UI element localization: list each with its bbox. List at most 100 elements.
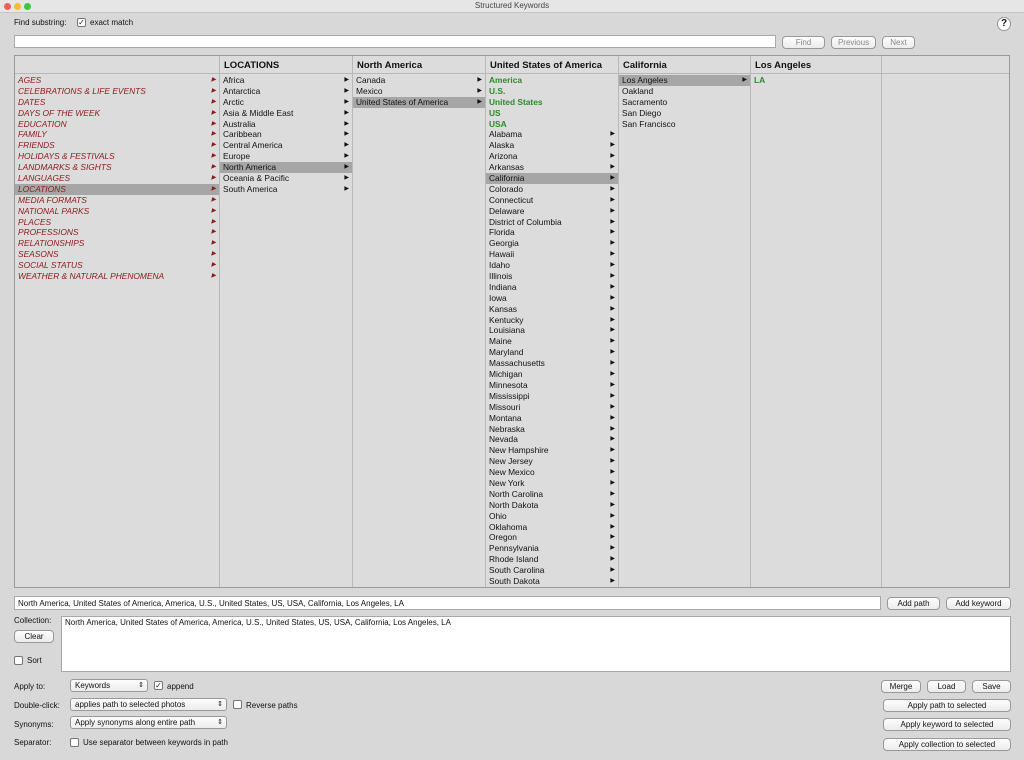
list-item[interactable]: RELATIONSHIPS ▶	[15, 238, 219, 249]
list-item[interactable]: Oceania & Pacific ▶	[220, 173, 352, 184]
list-item[interactable]: San Diego	[619, 108, 750, 119]
list-item[interactable]: Kentucky ▶	[486, 315, 618, 326]
list-item[interactable]: North America ▶	[220, 162, 352, 174]
list-item[interactable]: District of Columbia ▶	[486, 217, 618, 228]
list-item[interactable]: Mexico ▶	[353, 86, 485, 97]
list-item[interactable]: DAYS OF THE WEEK ▶	[15, 108, 219, 119]
apply-path-button[interactable]: Apply path to selected	[883, 699, 1011, 712]
list-item[interactable]: FAMILY ▶	[15, 129, 219, 140]
list-item[interactable]: Indiana ▶	[486, 282, 618, 293]
list-item[interactable]: Minnesota ▶	[486, 380, 618, 391]
list-item[interactable]: Los Angeles ▶	[619, 75, 750, 86]
list-item[interactable]: Asia & Middle East ▶	[220, 108, 352, 119]
list-item[interactable]: PLACES ▶	[15, 217, 219, 228]
list-item[interactable]: Idaho ▶	[486, 260, 618, 271]
list-item[interactable]: Oakland	[619, 86, 750, 97]
list-item[interactable]: Australia ▶	[220, 119, 352, 130]
separator-checkbox[interactable]	[70, 738, 79, 747]
list-item[interactable]: Maine ▶	[486, 336, 618, 347]
list-item[interactable]: United States	[486, 97, 618, 108]
exact-match-checkbox[interactable]: ✓	[77, 18, 86, 27]
list-item[interactable]: New Hampshire ▶	[486, 445, 618, 456]
list-item[interactable]: Iowa ▶	[486, 293, 618, 304]
list-item[interactable]: NATIONAL PARKS ▶	[15, 206, 219, 217]
list-item[interactable]: SOCIAL STATUS ▶	[15, 260, 219, 271]
list-item[interactable]: Oregon ▶	[486, 532, 618, 543]
list-item[interactable]: America	[486, 75, 618, 86]
list-item[interactable]: New Mexico ▶	[486, 467, 618, 478]
list-item[interactable]: Nevada ▶	[486, 434, 618, 445]
list-item[interactable]: South America ▶	[220, 184, 352, 195]
list-item[interactable]: Africa ▶	[220, 75, 352, 86]
help-icon[interactable]: ?	[997, 17, 1011, 31]
list-item[interactable]: Maryland ▶	[486, 347, 618, 358]
list-item[interactable]: Delaware ▶	[486, 206, 618, 217]
list-item[interactable]: Sacramento	[619, 97, 750, 108]
clear-button[interactable]: Clear	[14, 630, 54, 643]
sort-checkbox[interactable]	[14, 656, 23, 665]
list-item[interactable]: WEATHER & NATURAL PHENOMENA ▶	[15, 271, 219, 282]
list-item[interactable]: Rhode Island ▶	[486, 554, 618, 565]
list-item[interactable]: New York ▶	[486, 478, 618, 489]
find-button[interactable]: Find	[782, 36, 825, 49]
reverse-paths-checkbox[interactable]	[233, 700, 242, 709]
list-item[interactable]: New Jersey ▶	[486, 456, 618, 467]
list-item[interactable]: SEASONS ▶	[15, 249, 219, 260]
previous-button[interactable]: Previous	[831, 36, 876, 49]
list-item[interactable]: Kansas ▶	[486, 304, 618, 315]
path-input[interactable]: North America, United States of America,…	[14, 596, 881, 610]
add-path-button[interactable]: Add path	[887, 597, 940, 610]
list-item[interactable]: Central America ▶	[220, 140, 352, 151]
list-item[interactable]: Mississippi ▶	[486, 391, 618, 402]
list-item[interactable]: Illinois ▶	[486, 271, 618, 282]
save-button[interactable]: Save	[972, 680, 1011, 693]
list-item[interactable]: United States of America ▶	[353, 96, 485, 108]
list-item[interactable]: Canada ▶	[353, 75, 485, 86]
list-item[interactable]: Colorado ▶	[486, 184, 618, 195]
list-item[interactable]: San Francisco	[619, 119, 750, 130]
apply-to-select[interactable]: Keywords ⇕	[70, 679, 148, 692]
apply-collection-button[interactable]: Apply collection to selected	[883, 738, 1011, 751]
list-item[interactable]: Alabama ▶	[486, 129, 618, 140]
list-item[interactable]: Caribbean ▶	[220, 129, 352, 140]
list-item[interactable]: FRIENDS ▶	[15, 140, 219, 151]
list-item[interactable]: Massachusetts ▶	[486, 358, 618, 369]
list-item[interactable]: Ohio ▶	[486, 511, 618, 522]
list-item[interactable]: DATES ▶	[15, 97, 219, 108]
list-item[interactable]: U.S.	[486, 86, 618, 97]
list-item[interactable]: USA	[486, 119, 618, 130]
list-item[interactable]: AGES ▶	[15, 75, 219, 86]
list-item[interactable]: Florida ▶	[486, 227, 618, 238]
list-item[interactable]: Nebraska ▶	[486, 424, 618, 435]
double-click-select[interactable]: applies path to selected photos ⇕	[70, 698, 227, 711]
list-item[interactable]: Missouri ▶	[486, 402, 618, 413]
list-item[interactable]: MEDIA FORMATS ▶	[15, 195, 219, 206]
apply-keyword-button[interactable]: Apply keyword to selected	[883, 718, 1011, 731]
list-item[interactable]: Europe ▶	[220, 151, 352, 162]
list-item[interactable]: PROFESSIONS ▶	[15, 227, 219, 238]
list-item[interactable]: Oklahoma ▶	[486, 522, 618, 533]
collection-textarea[interactable]: North America, United States of America,…	[61, 616, 1011, 672]
merge-button[interactable]: Merge	[881, 680, 921, 693]
list-item[interactable]: Arizona ▶	[486, 151, 618, 162]
list-item[interactable]: LA	[751, 75, 881, 86]
list-item[interactable]: North Carolina ▶	[486, 489, 618, 500]
list-item[interactable]: Louisiana ▶	[486, 325, 618, 336]
list-item[interactable]: South Dakota ▶	[486, 576, 618, 587]
list-item[interactable]: California ▶	[486, 173, 618, 184]
list-item[interactable]: North Dakota ▶	[486, 500, 618, 511]
list-item[interactable]: Alaska ▶	[486, 140, 618, 151]
find-input[interactable]	[14, 35, 776, 48]
load-button[interactable]: Load	[927, 680, 966, 693]
list-item[interactable]: Arkansas ▶	[486, 162, 618, 173]
next-button[interactable]: Next	[882, 36, 915, 49]
list-item[interactable]: LANDMARKS & SIGHTS ▶	[15, 162, 219, 173]
append-checkbox[interactable]: ✓	[154, 681, 163, 690]
synonyms-select[interactable]: Apply synonyms along entire path ⇕	[70, 716, 227, 729]
list-item[interactable]: Arctic ▶	[220, 97, 352, 108]
list-item[interactable]: Michigan ▶	[486, 369, 618, 380]
list-item[interactable]: Pennsylvania ▶	[486, 543, 618, 554]
list-item[interactable]: US	[486, 108, 618, 119]
list-item[interactable]: Georgia ▶	[486, 238, 618, 249]
list-item[interactable]: South Carolina ▶	[486, 565, 618, 576]
